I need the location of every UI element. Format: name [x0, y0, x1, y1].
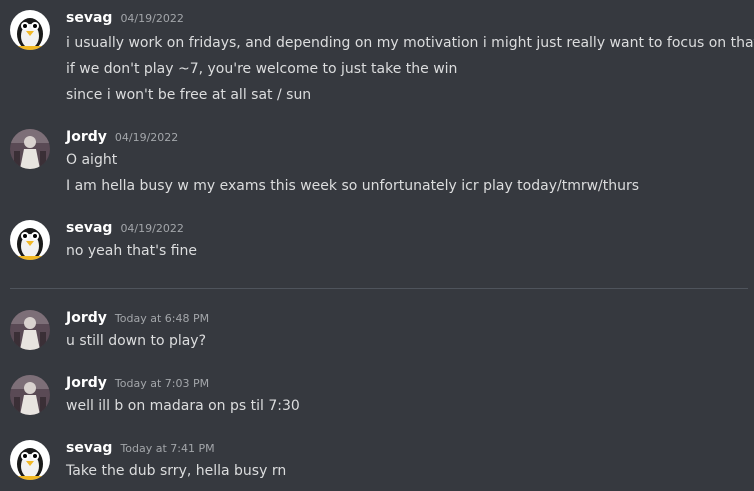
message-text: well ill b on madara on ps til 7:30 — [66, 398, 300, 414]
timestamp: 04/19/2022 — [120, 12, 184, 25]
photo-avatar[interactable] — [10, 129, 50, 169]
author-name[interactable]: Jordy — [66, 375, 107, 391]
timestamp: Today at 6:48 PM — [114, 312, 210, 325]
message-text: I am hella busy w my exams this week so … — [66, 178, 640, 194]
message-text: i usually work on fridays, and depending… — [66, 35, 754, 51]
author-name[interactable]: Jordy — [66, 129, 107, 145]
timestamp: 04/19/2022 — [120, 222, 184, 235]
author-name[interactable]: Jordy — [66, 310, 107, 326]
author-name[interactable]: sevag — [66, 220, 112, 236]
message-text: since i won't be free at all sat / sun — [66, 87, 312, 103]
penguin-avatar[interactable] — [10, 220, 50, 260]
timestamp: Today at 7:41 PM — [120, 442, 215, 455]
message-text: u still down to play? — [66, 333, 207, 349]
author-name[interactable]: sevag — [66, 440, 112, 456]
message-text: no yeah that's fine — [66, 243, 198, 259]
message-text: if we don't play ~7, you're welcome to j… — [66, 61, 458, 77]
penguin-avatar[interactable] — [10, 440, 50, 480]
timestamp: 04/19/2022 — [114, 131, 179, 144]
message-text: Take the dub srry, hella busy rn — [66, 463, 287, 479]
penguin-avatar[interactable] — [10, 10, 50, 50]
photo-avatar[interactable] — [10, 375, 50, 415]
author-name[interactable]: sevag — [66, 10, 112, 26]
timestamp: Today at 7:03 PM — [114, 377, 210, 390]
message-text: O aight — [66, 152, 118, 168]
photo-avatar[interactable] — [10, 310, 50, 350]
date-divider — [10, 288, 748, 289]
